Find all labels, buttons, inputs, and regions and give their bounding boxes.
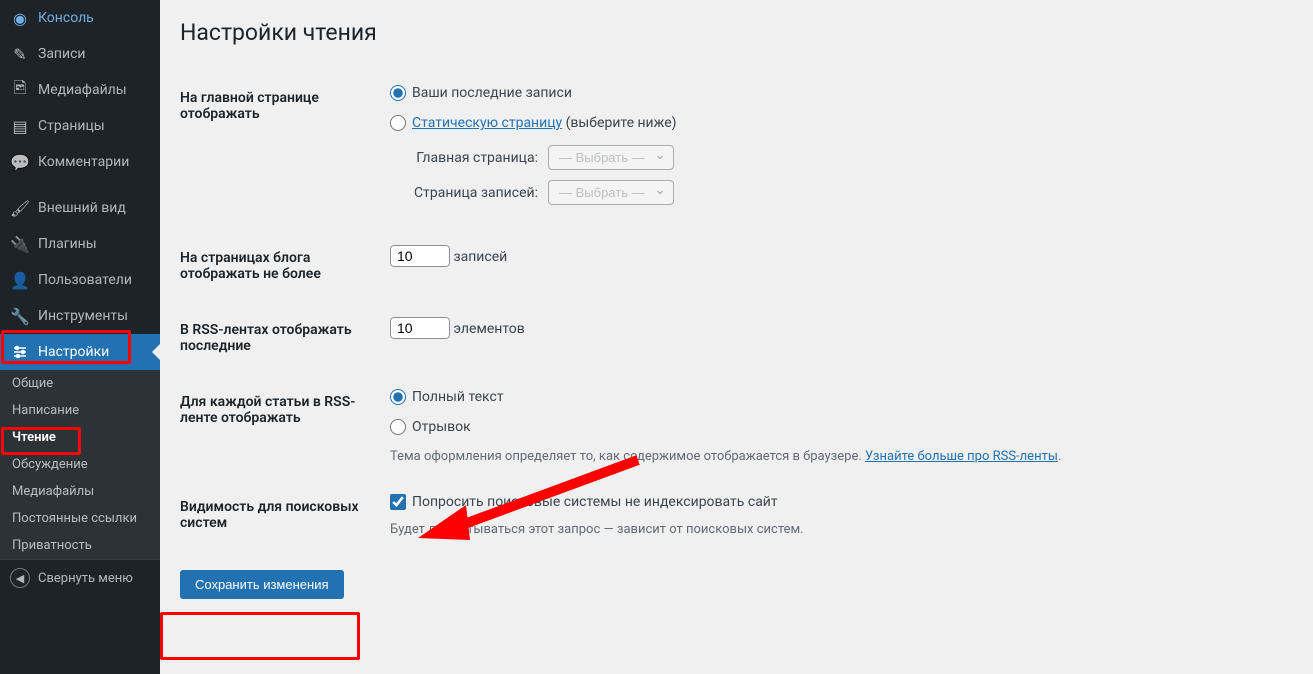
radio-latest-posts[interactable]: Ваши последние записи (390, 85, 572, 101)
radio-static-page[interactable]: Статическую страницу (выберите ниже) (390, 115, 677, 131)
sidebar-item-plugins[interactable]: 🔌 Плагины (0, 226, 160, 262)
page-title: Настройки чтения (180, 10, 1293, 50)
radio-static-page-input[interactable] (390, 115, 406, 131)
front-page-label: На главной странице отображать (180, 70, 380, 230)
sidebar-item-tools[interactable]: 🔧 Инструменты (0, 298, 160, 334)
save-button[interactable]: Сохранить изменения (180, 570, 344, 599)
sidebar-item-label: Записи (38, 46, 86, 62)
brush-icon: 🖌 (10, 198, 30, 218)
main-content: Настройки чтения На главной странице ото… (160, 0, 1313, 674)
comment-icon: 💬 (10, 152, 30, 172)
sidebar-item-settings[interactable]: Настройки (0, 334, 160, 370)
sidebar-item-pages[interactable]: ▤ Страницы (0, 108, 160, 144)
sidebar-item-label: Пользователи (38, 272, 132, 288)
rss-count-label: В RSS-лентах отображать последние (180, 302, 380, 374)
noindex-checkbox[interactable] (390, 494, 406, 510)
radio-full-text[interactable]: Полный текст (390, 389, 504, 405)
submenu-general[interactable]: Общие (0, 370, 160, 397)
radio-latest-posts-text: Ваши последние записи (412, 85, 572, 101)
submenu-writing[interactable]: Написание (0, 397, 160, 424)
rss-learn-more-link[interactable]: Узнайте больше про RSS-ленты (865, 449, 1058, 464)
static-page-hint: (выберите ниже) (566, 115, 677, 131)
rss-each-label: Для каждой статьи в RSS-ленте отображать (180, 374, 380, 479)
submenu-privacy[interactable]: Приватность (0, 532, 160, 559)
sidebar-item-comments[interactable]: 💬 Комментарии (0, 144, 160, 180)
rss-items-unit: элементов (453, 321, 524, 337)
sidebar-item-label: Настройки (38, 344, 109, 360)
static-page-link[interactable]: Статическую страницу (412, 115, 562, 131)
sidebar-item-appearance[interactable]: 🖌 Внешний вид (0, 190, 160, 226)
chevron-left-icon: ◀ (10, 568, 30, 588)
posts-page-select[interactable]: — Выбрать — (548, 180, 674, 205)
homepage-select-label: Главная страница: (410, 150, 538, 166)
radio-excerpt[interactable]: Отрывок (390, 419, 471, 435)
sidebar-item-console[interactable]: ◉ Консоль (0, 0, 160, 36)
plug-icon: 🔌 (10, 234, 30, 254)
collapse-menu[interactable]: ◀ Свернуть меню (0, 559, 160, 596)
submenu-reading[interactable]: Чтение (0, 424, 160, 451)
noindex-checkbox-label[interactable]: Попросить поисковые системы не индексиро… (390, 494, 778, 510)
noindex-checkbox-text: Попросить поисковые системы не индексиро… (412, 494, 778, 510)
annotation-highlight (160, 612, 360, 660)
users-icon: 👤 (10, 270, 30, 290)
posts-per-page-input[interactable] (390, 245, 450, 267)
sidebar-item-label: Плагины (38, 236, 97, 252)
sidebar-item-label: Инструменты (38, 308, 128, 324)
posts-page-select-label: Страница записей: (410, 185, 538, 201)
radio-excerpt-label: Отрывок (412, 419, 471, 435)
media-icon: 🖻 (10, 80, 30, 100)
settings-submenu: Общие Написание Чтение Обсуждение Медиаф… (0, 370, 160, 559)
sidebar-item-posts[interactable]: ✎ Записи (0, 36, 160, 72)
rss-items-input[interactable] (390, 317, 450, 339)
radio-full-text-label: Полный текст (412, 389, 504, 405)
collapse-label: Свернуть меню (38, 571, 133, 586)
seo-description: Будет ли учитываться этот запрос — завис… (390, 522, 1283, 537)
blog-pages-label: На страницах блога отображать не более (180, 230, 380, 302)
posts-per-page-unit: записей (453, 249, 507, 265)
submenu-permalinks[interactable]: Постоянные ссылки (0, 505, 160, 532)
seo-visibility-label: Видимость для поисковых систем (180, 479, 380, 552)
sidebar-item-users[interactable]: 👤 Пользователи (0, 262, 160, 298)
submenu-discussion[interactable]: Обсуждение (0, 451, 160, 478)
homepage-select[interactable]: — Выбрать — (548, 145, 674, 170)
admin-sidebar: ◉ Консоль ✎ Записи 🖻 Медиафайлы ▤ Страни… (0, 0, 160, 674)
submenu-media[interactable]: Медиафайлы (0, 478, 160, 505)
pin-icon: ✎ (10, 44, 30, 64)
sidebar-item-label: Комментарии (38, 154, 129, 170)
sidebar-item-label: Внешний вид (38, 200, 126, 216)
sidebar-item-label: Консоль (38, 10, 94, 26)
wrench-icon: 🔧 (10, 306, 30, 326)
sidebar-item-label: Медиафайлы (38, 82, 127, 98)
radio-full-text-input[interactable] (390, 389, 406, 405)
radio-excerpt-input[interactable] (390, 419, 406, 435)
sidebar-item-media[interactable]: 🖻 Медиафайлы (0, 72, 160, 108)
dashboard-icon: ◉ (10, 8, 30, 28)
sidebar-item-label: Страницы (38, 118, 105, 134)
sliders-icon (10, 342, 30, 362)
page-icon: ▤ (10, 116, 30, 136)
rss-description: Тема оформления определяет то, как содер… (390, 449, 1283, 464)
radio-latest-posts-input[interactable] (390, 85, 406, 101)
